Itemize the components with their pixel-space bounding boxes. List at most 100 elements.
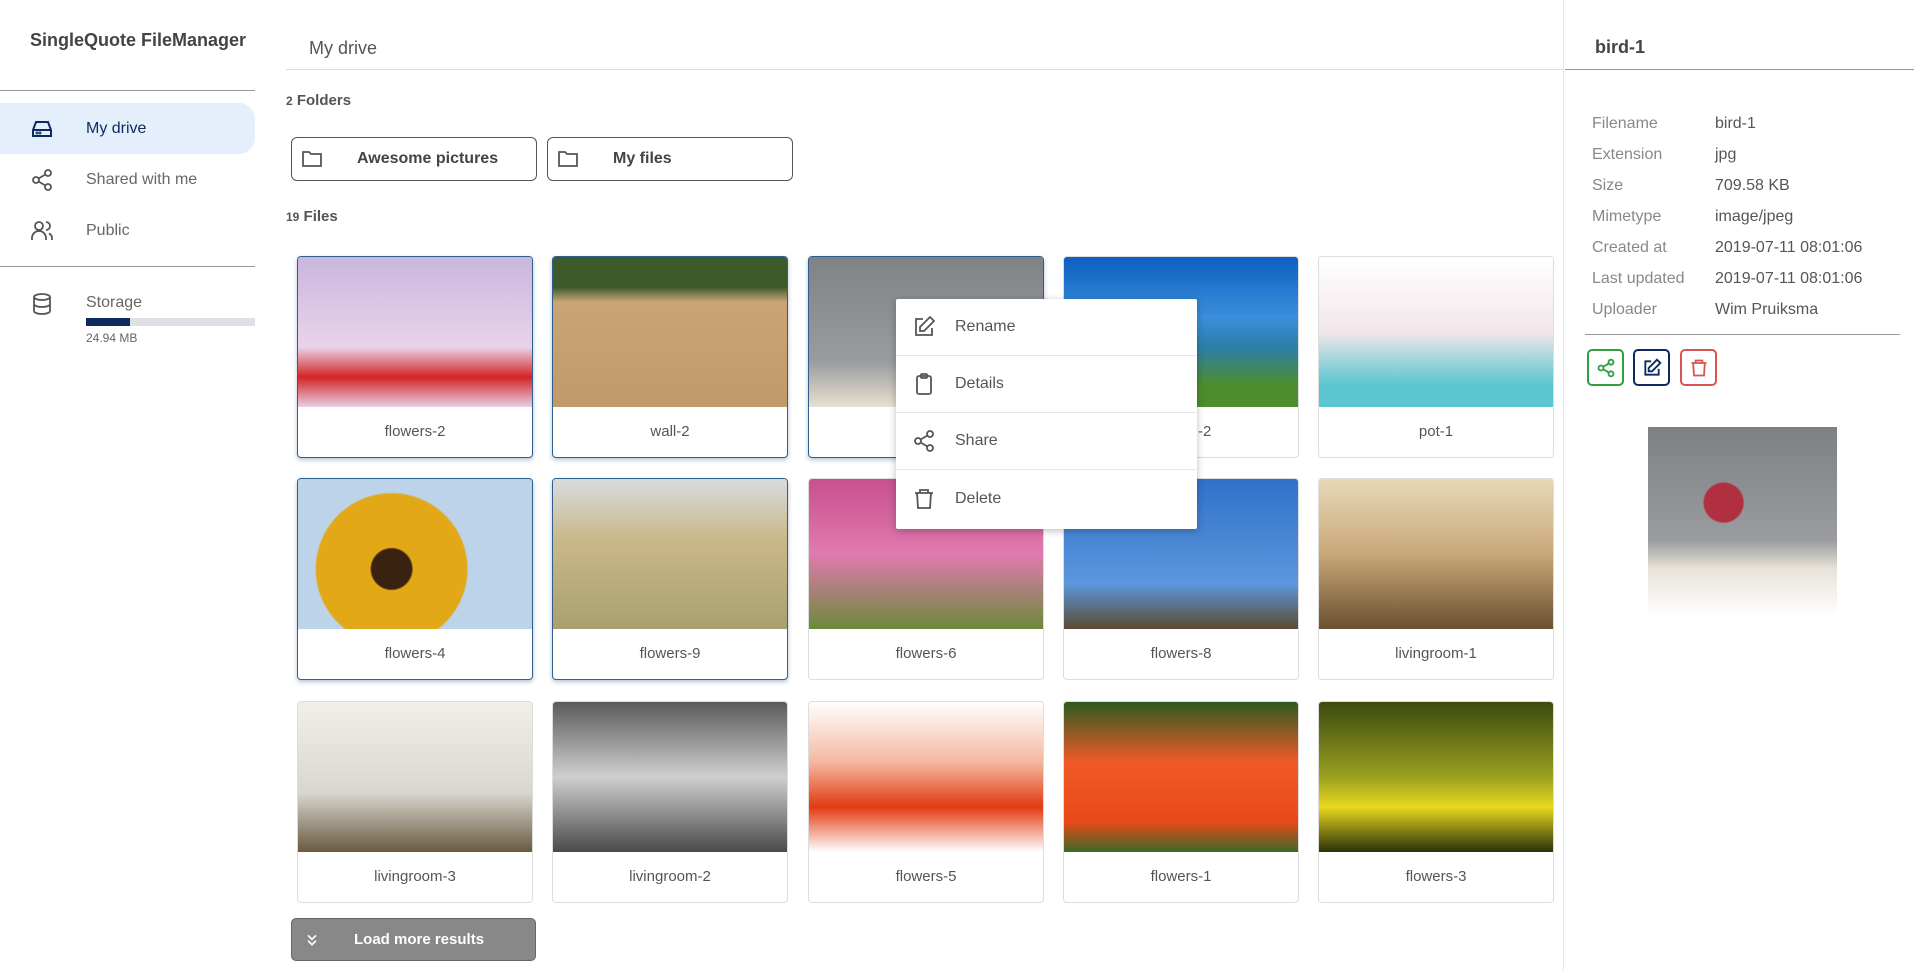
property-value: 709.58 KB bbox=[1715, 177, 1790, 194]
drive-icon bbox=[32, 120, 52, 137]
storage-used: 24.94 MB bbox=[86, 331, 138, 345]
menu-item-share[interactable]: Share bbox=[896, 413, 1197, 470]
divider bbox=[286, 69, 1563, 70]
users-icon bbox=[31, 220, 53, 240]
property-value: jpg bbox=[1715, 146, 1737, 163]
chevrons-down-icon bbox=[307, 934, 317, 946]
sidebar-item-shared[interactable]: Shared with me bbox=[0, 154, 255, 205]
storage-bar-fill bbox=[86, 318, 130, 326]
property-value: Wim Pruiksma bbox=[1715, 301, 1819, 318]
context-menu: Rename Details Share Delete bbox=[896, 299, 1197, 529]
file-card[interactable]: pot-1 bbox=[1318, 256, 1554, 458]
file-thumbnail bbox=[1319, 702, 1553, 852]
file-name: flowers-3 bbox=[1405, 868, 1467, 885]
file-name: livingroom-2 bbox=[629, 868, 711, 885]
file-card[interactable]: flowers-3 bbox=[1318, 701, 1554, 903]
divider bbox=[0, 266, 255, 267]
property-value: 2019-07-11 08:01:06 bbox=[1715, 270, 1863, 287]
file-name: flowers-9 bbox=[639, 645, 701, 662]
sidebar-item-label: Shared with me bbox=[86, 170, 198, 188]
share-button[interactable] bbox=[1587, 349, 1624, 386]
menu-item-label: Share bbox=[955, 432, 998, 449]
file-name: livingroom-3 bbox=[374, 868, 456, 885]
divider bbox=[1565, 69, 1914, 70]
file-name: flowers-5 bbox=[895, 868, 957, 885]
property-label: Size bbox=[1592, 177, 1624, 194]
file-name: flowers-8 bbox=[1150, 645, 1212, 662]
file-name: flowers-4 bbox=[384, 645, 446, 662]
folders-label: Folders bbox=[296, 92, 352, 109]
folder-awesome-pictures[interactable]: Awesome pictures bbox=[291, 137, 537, 181]
page-title: My drive bbox=[309, 38, 378, 58]
file-name: flowers-2 bbox=[384, 423, 446, 440]
file-card[interactable]: wall-2 bbox=[552, 256, 788, 458]
edit-icon bbox=[915, 315, 936, 336]
property-value: bird-1 bbox=[1715, 115, 1756, 132]
property-value: 2019-07-11 08:01:06 bbox=[1715, 239, 1863, 256]
file-card[interactable]: flowers-2 bbox=[297, 256, 533, 458]
share-icon bbox=[914, 430, 934, 452]
sidebar-item-my-drive[interactable]: My drive bbox=[0, 103, 255, 154]
file-thumbnail bbox=[1319, 257, 1553, 407]
file-thumbnail bbox=[298, 702, 532, 852]
property-label: Extension bbox=[1592, 146, 1663, 163]
property-label: Filename bbox=[1592, 115, 1658, 132]
file-card[interactable]: flowers-9 bbox=[552, 478, 788, 680]
folder-my-files[interactable]: My files bbox=[547, 137, 793, 181]
load-more-button[interactable]: Load more results bbox=[291, 918, 536, 961]
property-label: Mimetype bbox=[1592, 208, 1662, 225]
file-name: flowers-6 bbox=[895, 645, 957, 662]
delete-button[interactable] bbox=[1680, 349, 1717, 386]
divider bbox=[0, 90, 255, 91]
file-card[interactable]: livingroom-2 bbox=[552, 701, 788, 903]
edit-icon bbox=[1643, 357, 1662, 376]
details-title: bird-1 bbox=[1595, 37, 1646, 57]
property-value: image/jpeg bbox=[1715, 208, 1794, 225]
property-label: Last updated bbox=[1592, 270, 1685, 287]
folder-name: Awesome pictures bbox=[357, 150, 499, 167]
storage-label: Storage bbox=[86, 294, 143, 311]
menu-item-details[interactable]: Details bbox=[896, 356, 1197, 413]
menu-item-delete[interactable]: Delete bbox=[896, 470, 1197, 527]
database-icon bbox=[33, 293, 51, 315]
folders-count: 2 bbox=[286, 94, 293, 108]
file-name: pot-1 bbox=[1418, 423, 1454, 440]
files-count: 19 bbox=[286, 210, 300, 224]
edit-button[interactable] bbox=[1633, 349, 1670, 386]
file-preview-image bbox=[1648, 427, 1837, 616]
storage-bar bbox=[86, 318, 255, 326]
file-name: wall-2 bbox=[650, 423, 690, 440]
trash-icon bbox=[915, 488, 933, 509]
sidebar-item-label: Public bbox=[86, 221, 130, 239]
files-label: Files bbox=[303, 208, 338, 225]
menu-item-rename[interactable]: Rename bbox=[896, 299, 1197, 356]
menu-item-label: Details bbox=[955, 375, 1004, 392]
file-thumbnail bbox=[809, 702, 1043, 852]
file-thumbnail bbox=[553, 702, 787, 852]
file-name: livingroom-1 bbox=[1395, 645, 1477, 662]
share-icon bbox=[32, 168, 52, 191]
file-card[interactable]: livingroom-3 bbox=[297, 701, 533, 903]
app-title: SingleQuote FileManager bbox=[30, 30, 247, 50]
divider bbox=[1563, 0, 1564, 971]
trash-icon bbox=[1691, 359, 1706, 376]
menu-item-label: Delete bbox=[955, 489, 1002, 507]
share-icon bbox=[1597, 358, 1614, 377]
file-thumbnail bbox=[298, 257, 532, 407]
property-label: Created at bbox=[1592, 239, 1667, 256]
folder-icon bbox=[302, 151, 322, 167]
files-heading: 19 Files bbox=[286, 208, 338, 225]
file-card[interactable]: livingroom-1 bbox=[1318, 478, 1554, 680]
property-label: Uploader bbox=[1592, 301, 1657, 318]
clipboard-icon bbox=[916, 373, 932, 395]
folder-icon bbox=[558, 151, 578, 167]
file-card[interactable]: flowers-4 bbox=[297, 478, 533, 680]
file-thumbnail bbox=[553, 479, 787, 629]
file-thumbnail bbox=[1319, 479, 1553, 629]
file-card[interactable]: flowers-5 bbox=[808, 701, 1044, 903]
file-name: flowers-1 bbox=[1150, 868, 1212, 885]
file-thumbnail bbox=[1064, 702, 1298, 852]
folder-name: My files bbox=[613, 150, 672, 167]
sidebar-item-public[interactable]: Public bbox=[0, 205, 255, 256]
file-card[interactable]: flowers-1 bbox=[1063, 701, 1299, 903]
